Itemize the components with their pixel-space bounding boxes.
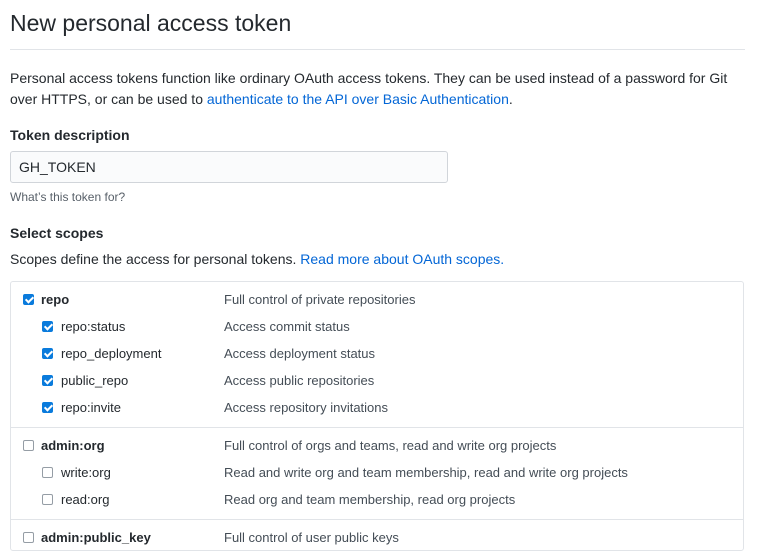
scope-description: Full control of orgs and teams, read and…: [224, 438, 557, 453]
scopes-list: repo Full control of private repositories…: [10, 281, 744, 551]
scope-name: repo:status: [61, 319, 126, 334]
scopes-description: Scopes define the access for personal to…: [10, 251, 504, 267]
token-description-input[interactable]: [10, 151, 448, 183]
scope-checkbox[interactable]: [42, 375, 53, 386]
scope-name: admin:public_key: [41, 530, 151, 545]
intro-end: .: [508, 91, 513, 107]
scope-name: public_repo: [61, 373, 129, 388]
scope-checkbox[interactable]: [42, 321, 53, 332]
title-divider: [10, 49, 745, 50]
scope-description: Access repository invitations: [224, 400, 389, 415]
scope-checkbox[interactable]: [42, 402, 53, 413]
oauth-scopes-link[interactable]: Read more about OAuth scopes.: [300, 251, 504, 267]
scope-name: admin:org: [41, 438, 105, 453]
sub-scope-row[interactable]: repo_deployment Access deployment status: [11, 341, 743, 368]
scope-name: repo_deployment: [61, 346, 162, 361]
scope-group: repo Full control of private repositories…: [11, 282, 743, 428]
new-token-page: New personal access token Personal acces…: [0, 0, 784, 551]
scope-description: Full control of private repositories: [224, 292, 416, 307]
sub-scope-row[interactable]: write:org Read and write org and team mem…: [11, 460, 743, 487]
scope-name: repo: [41, 292, 70, 307]
intro-paragraph: Personal access tokens function like ord…: [10, 68, 750, 110]
sub-scope-row[interactable]: public_repo Access public repositories: [11, 368, 743, 395]
scope-description: Read and write org and team membership, …: [224, 465, 628, 480]
scope-description: Read org and team membership, read org p…: [224, 492, 516, 507]
scope-group: admin:public_key Full control of user pub…: [11, 520, 743, 550]
page-title: New personal access token: [10, 10, 292, 36]
select-scopes-label: Select scopes: [10, 225, 104, 241]
scope-checkbox[interactable]: [42, 467, 53, 478]
scope-checkbox[interactable]: [23, 294, 34, 305]
scope-row[interactable]: admin:public_key Full control of user pub…: [11, 525, 743, 550]
token-description-label: Token description: [10, 127, 130, 143]
scope-row[interactable]: admin:org Full control of orgs and teams,…: [11, 433, 743, 460]
scope-description: Full control of user public keys: [224, 530, 399, 545]
scope-description: Access public repositories: [224, 373, 375, 388]
scope-group: admin:org Full control of orgs and teams,…: [11, 428, 743, 520]
sub-scope-row[interactable]: repo:invite Access repository invitations: [11, 395, 743, 422]
token-description-note: What’s this token for?: [10, 190, 126, 204]
scope-description: Access deployment status: [224, 346, 376, 361]
sub-scope-row[interactable]: repo:status Access commit status: [11, 314, 743, 341]
basic-auth-link[interactable]: authenticate to the API over Basic Authe…: [207, 91, 509, 107]
scope-name: write:org: [61, 465, 111, 480]
sub-scope-row[interactable]: read:org Read org and team membership, re…: [11, 487, 743, 514]
scope-checkbox[interactable]: [23, 532, 34, 543]
scope-checkbox[interactable]: [42, 494, 53, 505]
scope-checkbox[interactable]: [23, 440, 34, 451]
scope-row[interactable]: repo Full control of private repositories: [11, 287, 743, 314]
scope-name: repo:invite: [61, 400, 121, 415]
scope-description: Access commit status: [224, 319, 350, 334]
scope-checkbox[interactable]: [42, 348, 53, 359]
scopes-desc-text: Scopes define the access for personal to…: [10, 251, 301, 267]
scope-name: read:org: [61, 492, 110, 507]
